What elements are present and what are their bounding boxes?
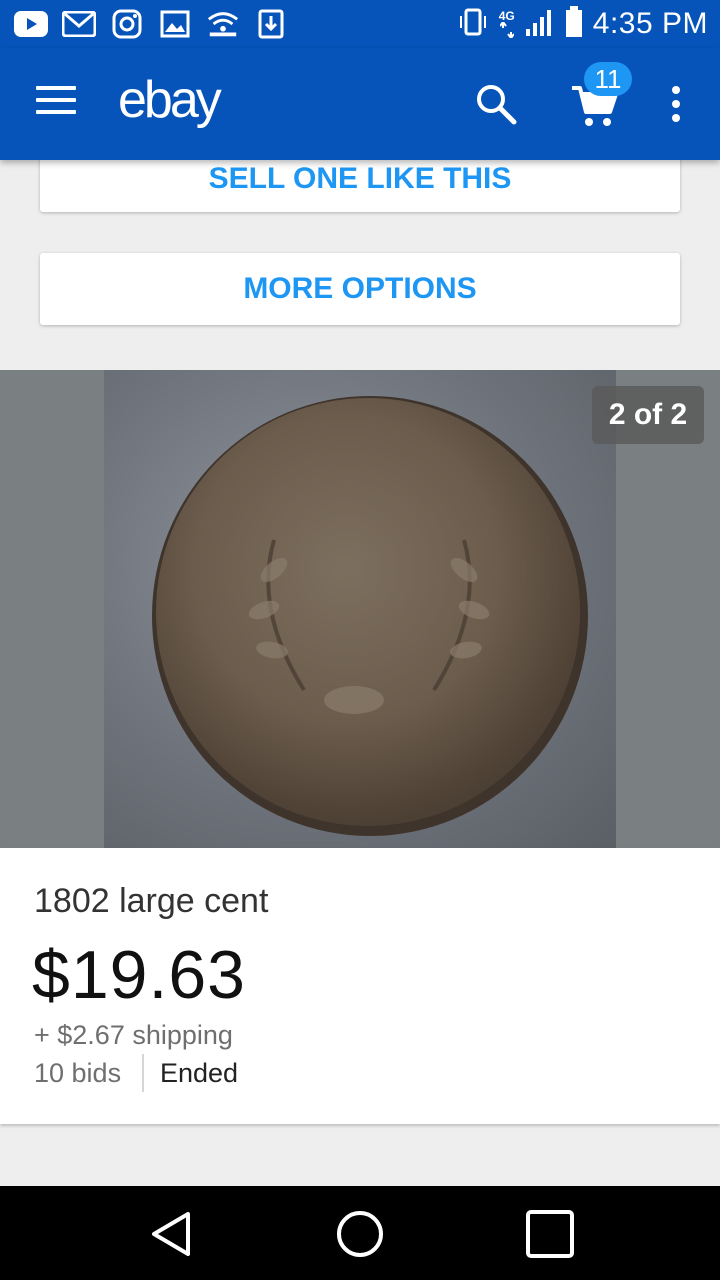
cart-count-badge: 11 (584, 62, 632, 96)
image-page-indicator: 2 of 2 (592, 386, 704, 444)
image-gallery[interactable]: 2 of 2 (0, 370, 720, 848)
recents-icon (526, 1210, 574, 1258)
search-button[interactable] (474, 82, 518, 126)
home-button[interactable] (334, 1208, 386, 1260)
app-toolbar: ebay 11 (0, 48, 720, 160)
system-icons: 4G 4:35 PM (457, 5, 708, 43)
home-icon (337, 1211, 383, 1257)
notification-icons (14, 8, 288, 40)
search-icon (477, 85, 517, 125)
more-dot (672, 114, 680, 122)
wifi-hotspot-icon (206, 9, 240, 39)
divider (142, 1054, 144, 1092)
hamburger-line (36, 110, 76, 114)
shipping-cost: + $2.67 shipping (34, 1020, 233, 1050)
clock: 4:35 PM (592, 7, 708, 40)
battery-icon (565, 5, 583, 43)
network-label: 4G (498, 9, 515, 23)
more-options-button[interactable]: MORE OPTIONS (40, 253, 680, 325)
more-vert-icon (672, 86, 680, 94)
hamburger-line (36, 98, 76, 102)
instagram-icon (110, 9, 144, 39)
more-dot (672, 100, 680, 108)
item-summary-card: 1802 large cent $19.63 + $2.67 shipping … (0, 848, 720, 1124)
gmail-icon (62, 9, 96, 39)
status-bar: 4G 4:35 PM (0, 0, 720, 48)
signal-icon (525, 7, 555, 42)
vibrate-icon (457, 7, 489, 42)
back-icon (152, 1212, 190, 1256)
hamburger-icon (36, 86, 76, 90)
item-title: 1802 large cent (34, 882, 269, 920)
back-button[interactable] (146, 1208, 198, 1260)
coin-image (152, 396, 588, 836)
gallery-icon (158, 9, 192, 39)
navigation-bar (0, 1186, 720, 1280)
menu-button[interactable] (36, 86, 76, 120)
item-photo[interactable] (104, 370, 616, 848)
ebay-logo[interactable]: ebay (118, 70, 222, 130)
item-price: $19.63 (32, 937, 246, 1013)
listing-status: Ended (160, 1058, 239, 1088)
recents-button[interactable] (524, 1208, 576, 1260)
overflow-menu-button[interactable] (668, 86, 684, 126)
bid-count: 10 bids (34, 1058, 122, 1088)
youtube-icon (14, 9, 48, 39)
4g-lte-icon: 4G (499, 10, 515, 38)
download-icon (254, 9, 288, 39)
